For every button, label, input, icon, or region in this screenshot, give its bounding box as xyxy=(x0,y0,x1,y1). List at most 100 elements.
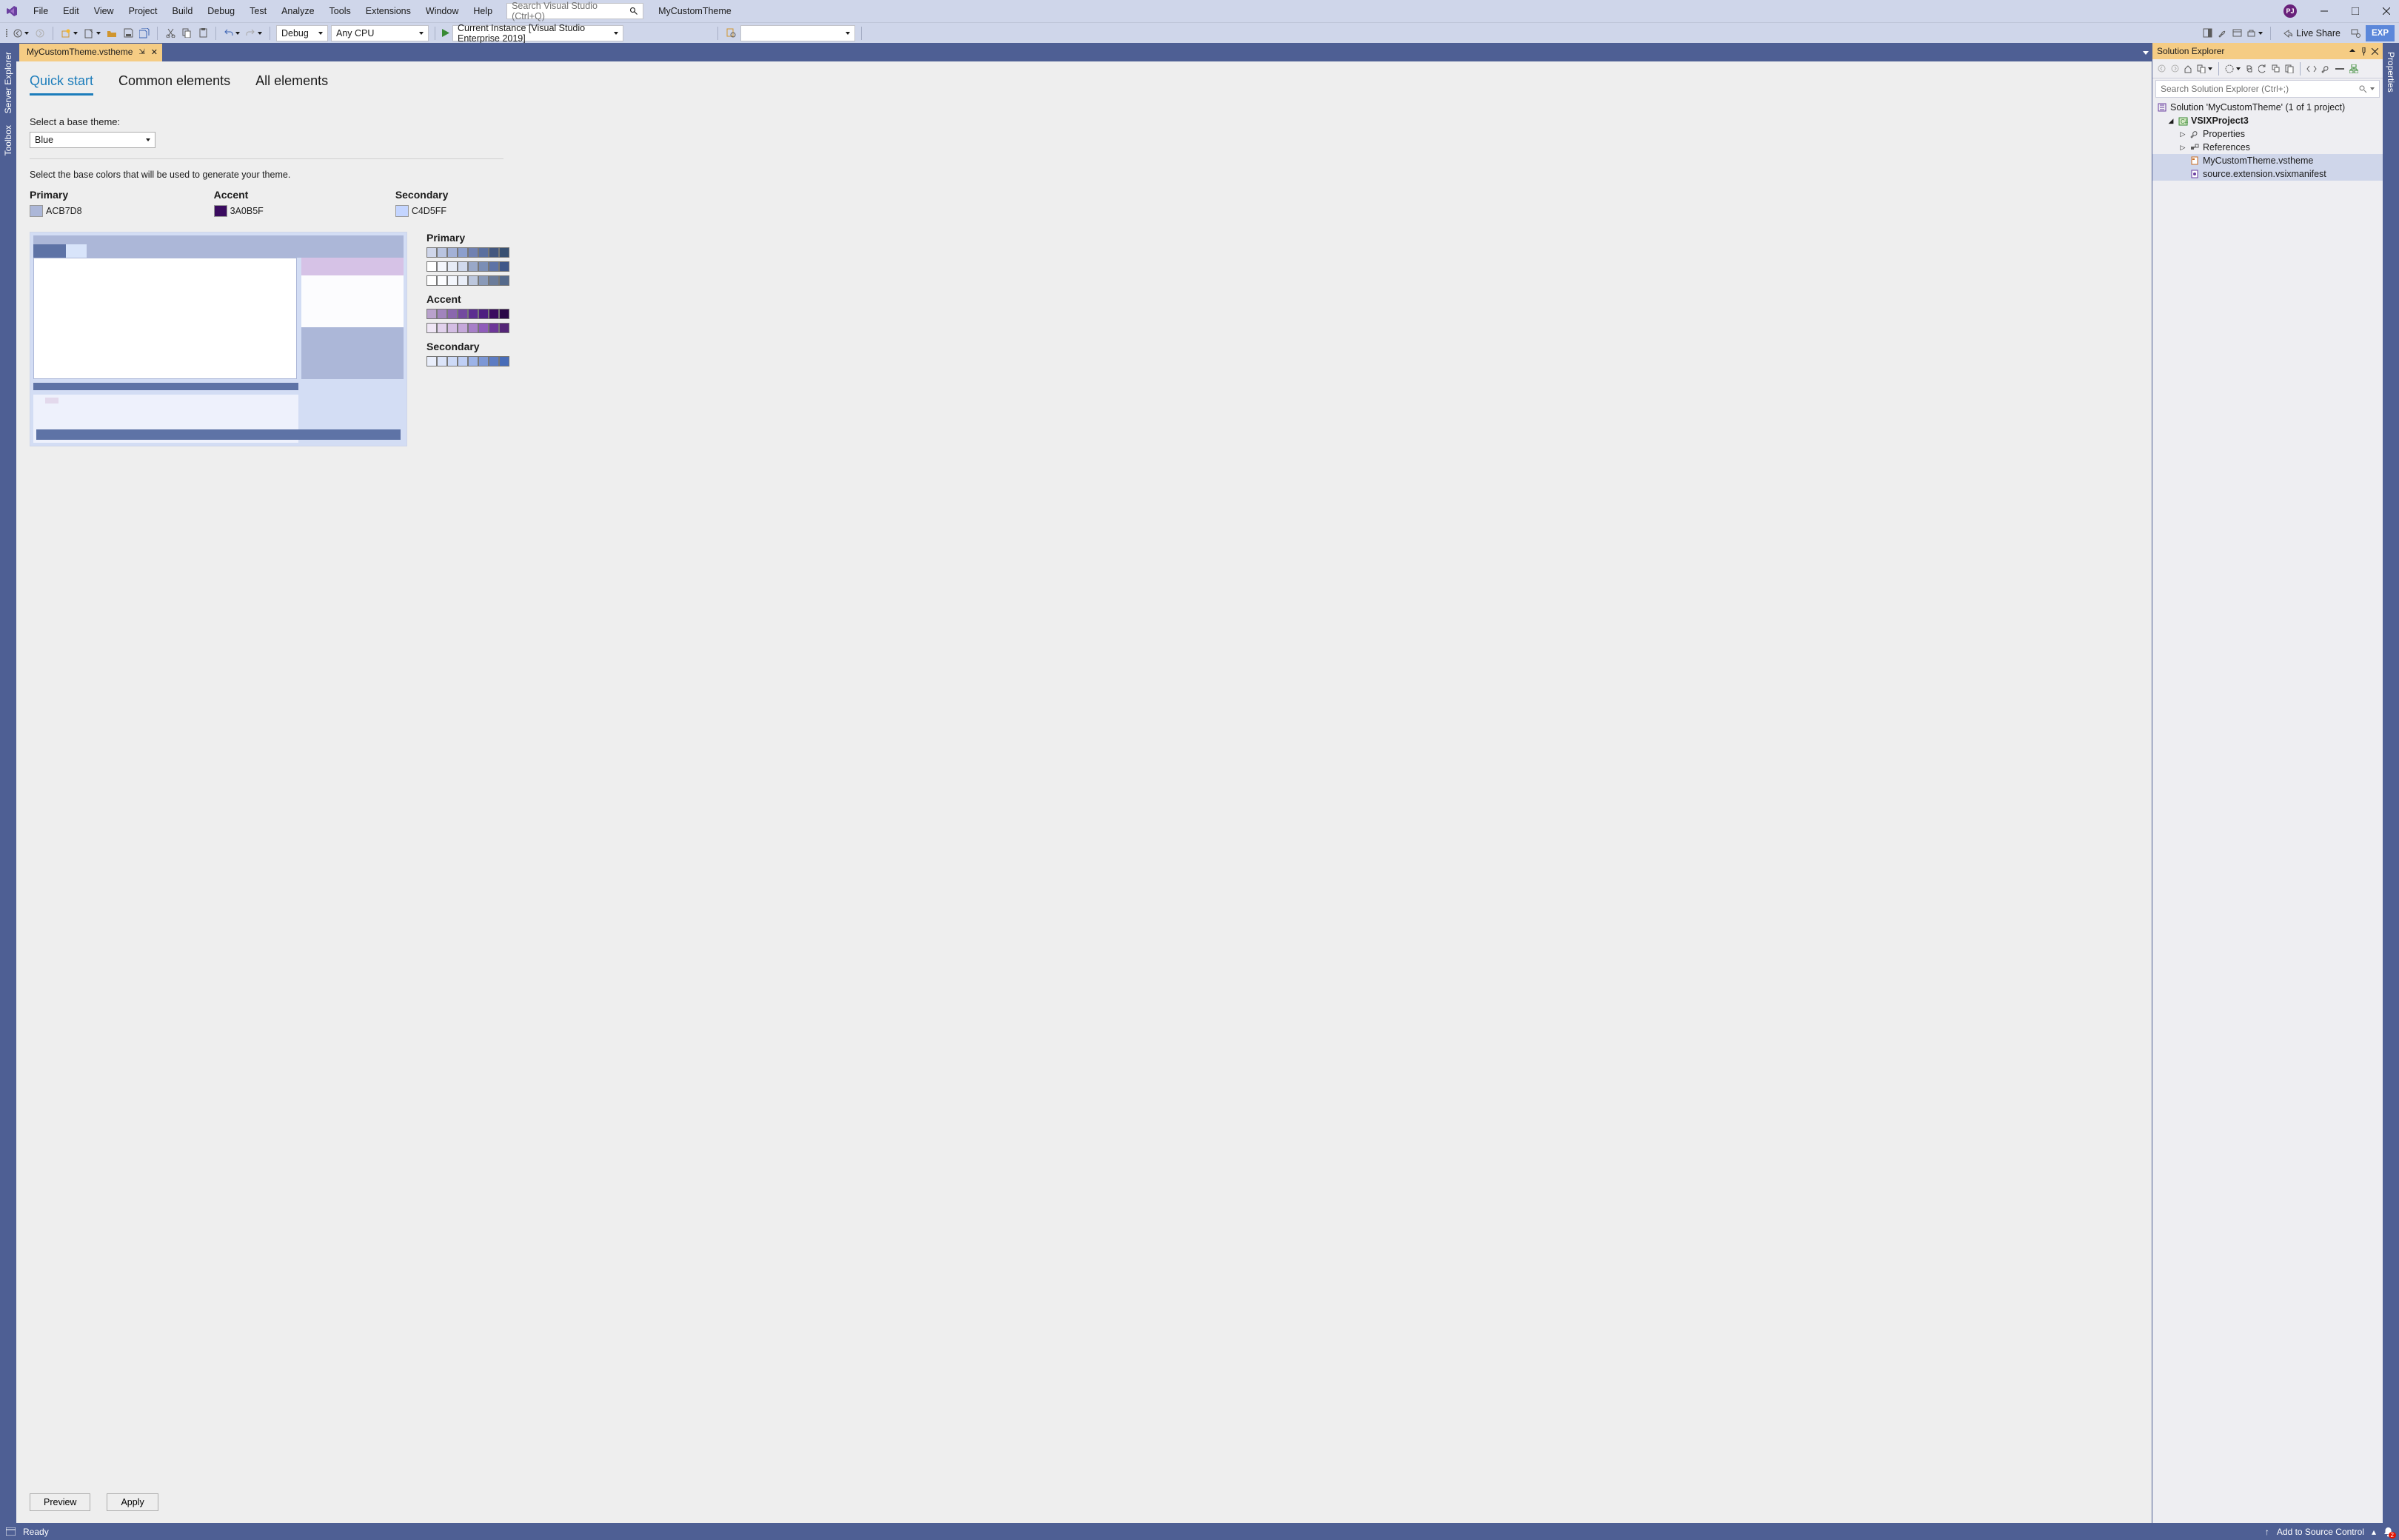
paste-button[interactable] xyxy=(196,26,210,41)
window-icon[interactable] xyxy=(2230,26,2244,41)
menu-view[interactable]: View xyxy=(87,3,121,19)
add-source-control[interactable]: Add to Source Control xyxy=(2277,1527,2364,1537)
palette-chip[interactable] xyxy=(437,247,447,258)
tab-quick-start[interactable]: Quick start xyxy=(30,73,93,96)
nav-forward-button[interactable] xyxy=(33,26,47,41)
palette-chip[interactable] xyxy=(499,247,509,258)
close-button[interactable] xyxy=(2378,3,2395,19)
menu-tools[interactable]: Tools xyxy=(323,3,358,19)
palette-chip[interactable] xyxy=(447,323,458,333)
palette-chip[interactable] xyxy=(458,275,468,286)
back-icon[interactable] xyxy=(2155,61,2167,76)
refresh-icon[interactable] xyxy=(2257,61,2269,76)
add-item-button[interactable] xyxy=(82,26,102,41)
palette-chip[interactable] xyxy=(499,261,509,272)
copy-button[interactable] xyxy=(180,26,193,41)
forward-icon[interactable] xyxy=(2169,61,2181,76)
references-node[interactable]: References xyxy=(2152,141,2383,154)
nav-back-button[interactable] xyxy=(12,26,30,41)
palette-chip[interactable] xyxy=(458,247,468,258)
palette-chip[interactable] xyxy=(458,261,468,272)
palette-chip[interactable] xyxy=(437,275,447,286)
palette-chip[interactable] xyxy=(437,261,447,272)
palette-chip[interactable] xyxy=(478,356,489,366)
palette-chip[interactable] xyxy=(468,261,478,272)
palette-chip[interactable] xyxy=(489,261,499,272)
palette-chip[interactable] xyxy=(437,309,447,319)
live-share-button[interactable]: Live Share xyxy=(2277,28,2346,38)
preview-selected-icon[interactable] xyxy=(2333,61,2346,76)
home-icon[interactable] xyxy=(2182,61,2194,76)
view-code-icon[interactable] xyxy=(2305,61,2318,76)
menu-project[interactable]: Project xyxy=(122,3,164,19)
palette-chip[interactable] xyxy=(489,275,499,286)
properties-node[interactable]: Properties xyxy=(2152,127,2383,141)
primary-hex-value[interactable]: ACB7D8 xyxy=(46,206,82,216)
notifications-button[interactable]: 2 xyxy=(2383,1527,2393,1537)
open-file-button[interactable] xyxy=(105,26,118,41)
palette-chip[interactable] xyxy=(426,309,437,319)
switch-views-icon[interactable] xyxy=(2195,61,2214,76)
palette-chip[interactable] xyxy=(426,275,437,286)
palette-chip[interactable] xyxy=(458,323,468,333)
start-debug-button[interactable] xyxy=(441,29,449,37)
project-node[interactable]: C# VSIXProject3 xyxy=(2152,114,2383,127)
palette-chip[interactable] xyxy=(437,323,447,333)
vstheme-file-node[interactable]: MyCustomTheme.vstheme xyxy=(2152,154,2383,167)
menu-extensions[interactable]: Extensions xyxy=(359,3,418,19)
close-tab-icon[interactable]: ✕ xyxy=(151,47,158,57)
palette-chip[interactable] xyxy=(458,309,468,319)
auto-hide-pin-icon[interactable] xyxy=(2360,47,2367,56)
solution-explorer-titlebar[interactable]: Solution Explorer xyxy=(2152,43,2383,59)
dock-layout-icon[interactable] xyxy=(2201,26,2214,41)
show-all-files-icon[interactable] xyxy=(2283,61,2295,76)
menu-window[interactable]: Window xyxy=(419,3,465,19)
wrench-icon[interactable] xyxy=(2215,26,2229,41)
palette-chip[interactable] xyxy=(468,309,478,319)
palette-chip[interactable] xyxy=(478,261,489,272)
tab-common-elements[interactable]: Common elements xyxy=(118,73,230,96)
secondary-swatch[interactable] xyxy=(395,205,409,217)
pending-changes-filter-icon[interactable] xyxy=(2224,61,2242,76)
new-project-button[interactable] xyxy=(59,26,79,41)
palette-chip[interactable] xyxy=(499,309,509,319)
maximize-button[interactable] xyxy=(2347,3,2363,19)
accent-hex-value[interactable]: 3A0B5F xyxy=(230,206,264,216)
palette-chip[interactable] xyxy=(426,323,437,333)
save-button[interactable] xyxy=(121,26,135,41)
secondary-hex-value[interactable]: C4D5FF xyxy=(412,206,446,216)
palette-chip[interactable] xyxy=(447,356,458,366)
palette-chip[interactable] xyxy=(478,275,489,286)
palette-chip[interactable] xyxy=(447,247,458,258)
apply-button[interactable]: Apply xyxy=(107,1493,158,1511)
palette-chip[interactable] xyxy=(468,247,478,258)
palette-chip[interactable] xyxy=(426,356,437,366)
palette-chip[interactable] xyxy=(489,323,499,333)
redo-button[interactable] xyxy=(244,26,264,41)
debug-target-dropdown[interactable]: Current Instance [Visual Studio Enterpri… xyxy=(452,25,623,41)
feedback-icon[interactable] xyxy=(2349,26,2363,41)
save-all-button[interactable] xyxy=(138,26,151,41)
palette-chip[interactable] xyxy=(478,323,489,333)
solution-search[interactable]: Search Solution Explorer (Ctrl+;) xyxy=(2155,80,2380,98)
palette-chip[interactable] xyxy=(468,356,478,366)
palette-chip[interactable] xyxy=(458,356,468,366)
palette-chip[interactable] xyxy=(478,309,489,319)
experimental-badge[interactable]: EXP xyxy=(2366,25,2395,41)
palette-chip[interactable] xyxy=(468,323,478,333)
menu-analyze[interactable]: Analyze xyxy=(275,3,321,19)
window-position-icon[interactable] xyxy=(2349,48,2356,55)
menu-debug[interactable]: Debug xyxy=(201,3,241,19)
tab-all-elements[interactable]: All elements xyxy=(255,73,328,96)
palette-chip[interactable] xyxy=(499,275,509,286)
base-theme-dropdown[interactable]: Blue xyxy=(30,132,155,148)
palette-chip[interactable] xyxy=(447,261,458,272)
toolbar-grip-icon[interactable] xyxy=(4,27,9,39)
manifest-file-node[interactable]: source.extension.vsixmanifest xyxy=(2152,167,2383,181)
palette-chip[interactable] xyxy=(489,247,499,258)
menu-file[interactable]: File xyxy=(27,3,55,19)
menu-edit[interactable]: Edit xyxy=(56,3,86,19)
find-in-files-button[interactable] xyxy=(724,26,737,41)
accent-swatch[interactable] xyxy=(214,205,227,217)
server-explorer-tab[interactable]: Server Explorer xyxy=(1,46,16,119)
